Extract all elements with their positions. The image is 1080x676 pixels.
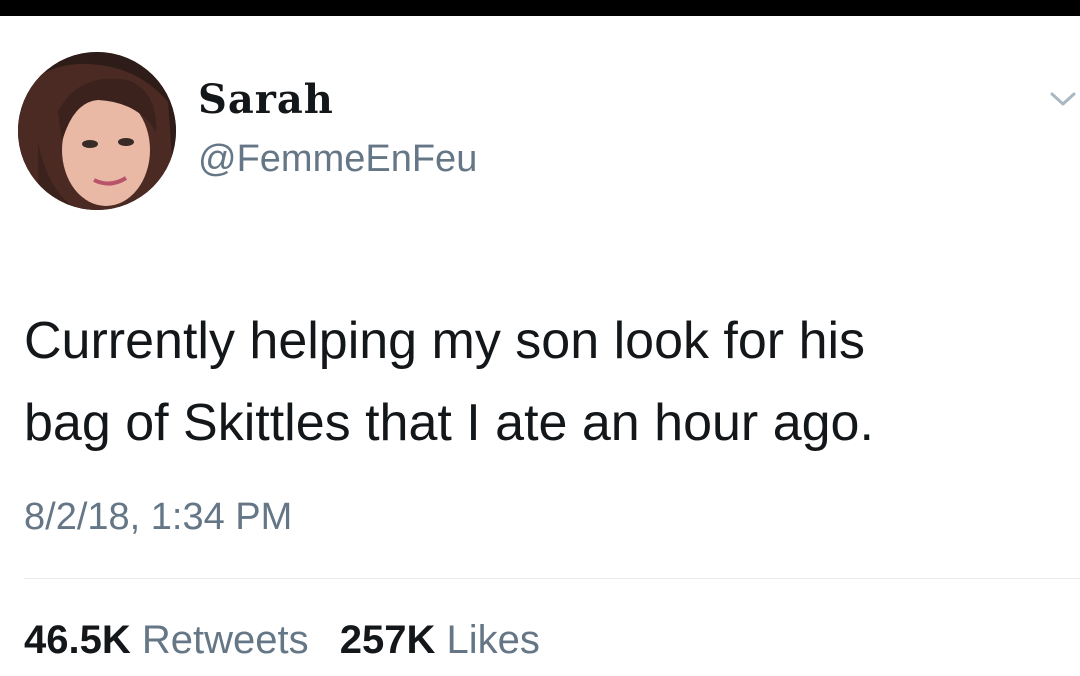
top-bar xyxy=(0,0,1080,16)
display-name[interactable]: Sarah xyxy=(198,76,334,124)
likes-label: Likes xyxy=(446,618,540,662)
avatar[interactable] xyxy=(18,52,176,210)
likes-stat[interactable]: 257K Likes xyxy=(340,616,540,664)
tweet-text-line: Currently helping my son look for his xyxy=(24,312,866,370)
tweet-stats: 46.5K Retweets 257K Likes xyxy=(24,616,560,664)
tweet-text: Currently helping my son look for his ba… xyxy=(24,300,1054,464)
chevron-down-icon[interactable] xyxy=(1046,82,1080,112)
tweet-text-line: bag of Skittles that I ate an hour ago. xyxy=(24,394,874,452)
retweets-label: Retweets xyxy=(141,618,309,662)
user-handle[interactable]: @FemmeEnFeu xyxy=(198,136,477,182)
retweets-stat[interactable]: 46.5K Retweets xyxy=(24,616,309,664)
profile-photo-icon xyxy=(18,52,176,210)
likes-count: 257K xyxy=(339,618,436,662)
tweet-timestamp[interactable]: 8/2/18, 1:34 PM xyxy=(24,494,292,540)
retweets-count: 46.5K xyxy=(24,618,131,662)
divider xyxy=(24,578,1080,579)
